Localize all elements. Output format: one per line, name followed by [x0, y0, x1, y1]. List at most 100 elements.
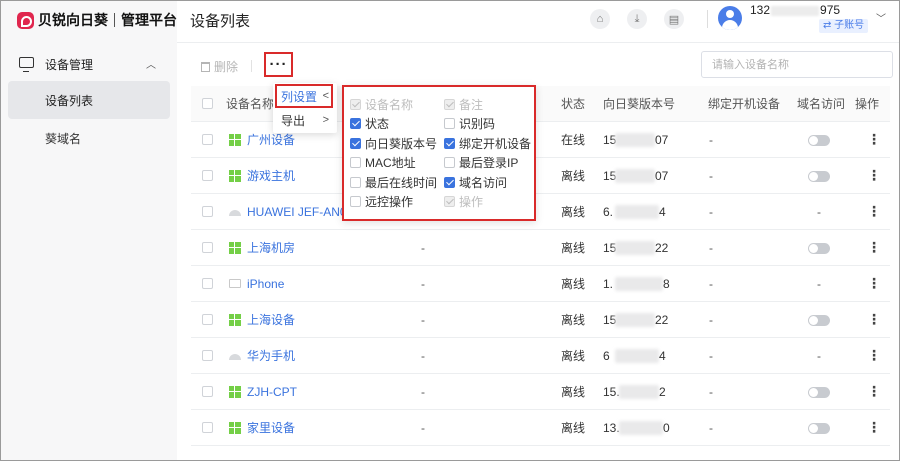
nav-group-device-management[interactable]: 设备管理 ︿ — [1, 51, 177, 77]
more-actions-button[interactable]: ··· — [264, 52, 293, 77]
device-name-link[interactable]: 上海机房 — [247, 230, 295, 266]
redacted-mask — [615, 205, 659, 219]
row-checkbox[interactable] — [202, 278, 213, 289]
status-cell: 离线 — [561, 205, 586, 219]
document-icon[interactable]: ▤ — [664, 9, 684, 29]
table-row[interactable]: 华为手机 - 离线 6 4 - - ⋮ — [191, 338, 890, 374]
menu-item-export[interactable]: 导出 > — [273, 108, 337, 132]
table-row[interactable]: iPhone - 离线 1. 8 - - ⋮ — [191, 266, 890, 302]
column-header-domain[interactable]: 域名访问 — [797, 86, 845, 122]
version-end: 07 — [655, 169, 669, 183]
row-actions-kebab-icon[interactable]: ⋮ — [867, 194, 881, 230]
device-name-link[interactable]: 上海设备 — [247, 302, 295, 338]
column-option: 备注 — [444, 96, 483, 112]
row-actions-kebab-icon[interactable]: ⋮ — [867, 410, 881, 446]
column-option-label: 备注 — [459, 97, 484, 112]
domain-access-toggle[interactable] — [808, 387, 830, 398]
avatar[interactable] — [718, 6, 742, 30]
sidebar-item-domain[interactable]: 葵域名 — [8, 119, 170, 157]
domain-access-toggle[interactable] — [808, 171, 830, 182]
sidebar-item-device-list[interactable]: 设备列表 — [8, 81, 170, 119]
column-option-checkbox[interactable] — [350, 137, 361, 149]
column-header-version[interactable]: 向日葵版本号 — [603, 86, 675, 122]
row-actions-kebab-icon[interactable]: ⋮ — [867, 338, 881, 374]
download-icon[interactable]: ⤓ — [627, 9, 647, 29]
column-option-checkbox[interactable] — [350, 176, 361, 188]
row-checkbox[interactable] — [202, 206, 213, 217]
table-row[interactable]: 家里设备 - 离线 13. 0 - ⋮ — [191, 410, 890, 446]
brand-subtitle: 管理平台 — [121, 12, 177, 28]
brand-logo[interactable]: 贝锐向日葵 管理平台 — [17, 11, 177, 29]
status-cell: 离线 — [561, 349, 586, 363]
column-option-checkbox[interactable] — [444, 137, 455, 149]
toolbar-divider — [251, 60, 252, 72]
column-option-checkbox[interactable] — [444, 157, 455, 168]
menu-item-column-settings[interactable]: 列设置 < — [273, 84, 337, 108]
column-header-status[interactable]: 状态 — [561, 86, 585, 122]
row-checkbox[interactable] — [202, 386, 213, 397]
table-row[interactable]: 上海设备 - 离线 15 22- ⋮ — [191, 302, 890, 338]
column-option-checkbox[interactable] — [350, 196, 361, 207]
delete-button[interactable]: 删除 — [201, 58, 238, 75]
row-checkbox[interactable] — [202, 422, 213, 433]
chevron-down-icon[interactable]: ﹀ — [876, 10, 886, 25]
row-actions-kebab-icon[interactable]: ⋮ — [867, 302, 881, 338]
row-checkbox[interactable] — [202, 314, 213, 325]
remark-cell: - — [421, 313, 425, 327]
column-option-label: 设备名称 — [365, 97, 414, 112]
row-actions-kebab-icon[interactable]: ⋮ — [867, 374, 881, 410]
row-checkbox[interactable] — [202, 242, 213, 253]
table-row[interactable]: 游戏主机 离线 15 07- ⋮ — [191, 158, 890, 194]
column-option-checkbox[interactable] — [444, 118, 455, 129]
more-actions-menu: 列设置 < 导出 > — [273, 83, 337, 133]
column-option[interactable]: 域名访问 — [444, 174, 507, 190]
device-name-link[interactable]: ZJH-CPT — [247, 374, 297, 410]
column-option-label: 向日葵版本号 — [365, 136, 438, 151]
column-option-checkbox[interactable] — [350, 157, 361, 168]
home-icon[interactable]: ⌂ — [590, 9, 610, 29]
column-option[interactable]: MAC地址 — [350, 155, 416, 171]
row-actions-kebab-icon[interactable]: ⋮ — [867, 266, 881, 302]
table-row[interactable]: 上海机房 - 离线 15 22- ⋮ — [191, 230, 890, 266]
column-option[interactable]: 识别码 — [444, 116, 495, 132]
column-option[interactable]: 向日葵版本号 — [350, 135, 437, 151]
row-checkbox[interactable] — [202, 350, 213, 361]
device-name-link[interactable]: iPhone — [247, 266, 284, 302]
column-option[interactable]: 远控操作 — [350, 194, 413, 210]
device-name-link[interactable]: HUAWEI JEF-AN00 — [247, 194, 353, 230]
select-all-checkbox[interactable] — [202, 98, 213, 109]
windows-icon — [229, 134, 241, 146]
column-header-name[interactable]: 设备名称 — [226, 86, 274, 122]
table-row[interactable]: HUAWEI JEF-AN00 离线 6. 4 - - ⋮ — [191, 194, 890, 230]
device-name-link[interactable]: 华为手机 — [247, 338, 295, 374]
domain-access-toggle[interactable] — [808, 135, 830, 146]
row-actions-kebab-icon[interactable]: ⋮ — [867, 122, 881, 158]
search-input[interactable] — [701, 51, 893, 78]
domain-access-toggle[interactable] — [808, 243, 830, 254]
bind-cell: - — [709, 313, 713, 327]
column-option[interactable]: 状态 — [350, 116, 389, 132]
brand-name: 贝锐向日葵 — [38, 12, 108, 28]
column-option-checkbox[interactable] — [444, 176, 455, 188]
row-checkbox[interactable] — [202, 170, 213, 181]
column-option[interactable]: 最后在线时间 — [350, 174, 437, 190]
header-divider — [707, 10, 708, 28]
redacted-mask — [771, 5, 820, 16]
status-cell: 离线 — [561, 169, 586, 183]
table-row[interactable]: ZJH-CPT - 离线 15. 2 - ⋮ — [191, 374, 890, 410]
column-option[interactable]: 绑定开机设备 — [444, 135, 531, 151]
column-option[interactable]: 最后登录IP — [444, 155, 518, 171]
row-checkbox[interactable] — [202, 134, 213, 145]
domain-access-toggle[interactable] — [808, 423, 830, 434]
device-name-link[interactable]: 游戏主机 — [247, 158, 295, 194]
column-option-checkbox[interactable] — [350, 118, 361, 129]
redacted-mask — [615, 313, 655, 327]
column-header-bind[interactable]: 绑定开机设备 — [708, 86, 780, 122]
remark-cell: - — [421, 349, 425, 363]
remark-cell: - — [421, 421, 425, 435]
row-actions-kebab-icon[interactable]: ⋮ — [867, 158, 881, 194]
domain-access-toggle[interactable] — [808, 315, 830, 326]
row-actions-kebab-icon[interactable]: ⋮ — [867, 230, 881, 266]
user-account[interactable]: 132 975 — [750, 3, 840, 17]
device-name-link[interactable]: 家里设备 — [247, 410, 295, 446]
